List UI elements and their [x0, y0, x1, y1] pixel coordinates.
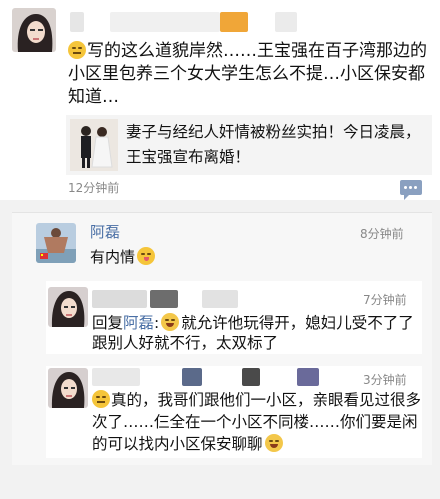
- reply-text: 真的，我哥们跟他们一小区，亲眼看见过很多次了……仨全在一个小区不同楼……你们要是…: [92, 391, 422, 453]
- awkward-emoji-icon: [92, 390, 110, 408]
- comment-icon[interactable]: [400, 180, 422, 200]
- weibo-post: 写的这么道貌岸然……王宝强在百子湾那边的小区里包养三个女大学生怎么不提…小区保安…: [0, 0, 440, 200]
- reply-to-name[interactable]: 阿磊: [123, 314, 154, 332]
- replier-avatar[interactable]: [48, 368, 88, 408]
- comment-timestamp: 8分钟前: [360, 227, 404, 241]
- poster-name-blurred[interactable]: [70, 12, 300, 34]
- post-timestamp: 12分钟前: [68, 181, 120, 195]
- comment-body: 有内情: [90, 246, 156, 267]
- comment-text: 有内情: [90, 248, 136, 266]
- reply-timestamp: 7分钟前: [363, 293, 407, 307]
- reply-timestamp: 3分钟前: [363, 373, 407, 387]
- tongue-emoji-icon: [137, 247, 156, 265]
- laugh-cry-emoji-icon: [161, 313, 180, 331]
- replier-avatar[interactable]: [48, 287, 88, 327]
- post-body: 写的这么道貌岸然……王宝强在百子湾那边的小区里包养三个女大学生怎么不提…小区保安…: [68, 40, 433, 109]
- poster-avatar[interactable]: [12, 8, 56, 52]
- article-thumbnail: [70, 119, 118, 171]
- laugh-cry-emoji-icon: [264, 434, 283, 452]
- awkward-emoji-icon: [68, 41, 86, 59]
- shared-article-card[interactable]: 妻子与经纪人奸情被粉丝实拍！今日凌晨，王宝强宣布离婚！: [66, 115, 432, 175]
- reply-colon: :: [154, 314, 160, 332]
- reply-body: 真的，我哥们跟他们一小区，亲眼看见过很多次了……仨全在一个小区不同楼……你们要是…: [92, 389, 422, 455]
- commenter-avatar[interactable]: [36, 223, 76, 263]
- replier-name-blurred[interactable]: [92, 290, 292, 310]
- post-text: 写的这么道貌岸然……王宝强在百子湾那边的小区里包养三个女大学生怎么不提…小区保安…: [68, 41, 427, 107]
- commenter-name[interactable]: 阿磊: [90, 221, 120, 242]
- reply-prefix: 回复: [92, 314, 124, 332]
- reply-body: 回复阿磊: 就允许他玩得开，媳妇儿受不了了跟别人好就不行，太双标了: [92, 313, 422, 353]
- article-title[interactable]: 妻子与经纪人奸情被粉丝实拍！今日凌晨，王宝强宣布离婚！: [126, 120, 426, 170]
- replier-name-blurred[interactable]: [92, 368, 352, 388]
